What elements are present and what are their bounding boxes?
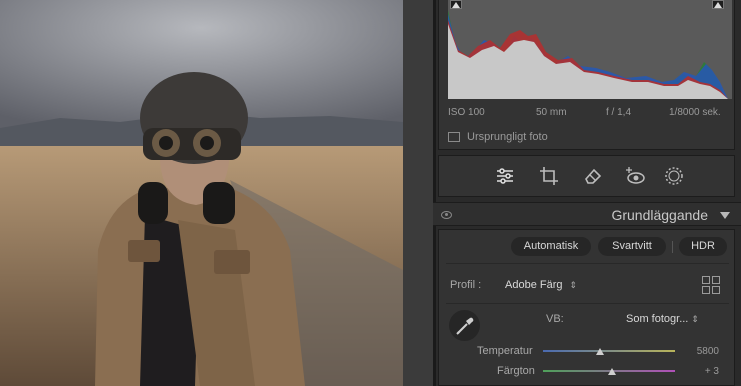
black-white-button[interactable]: Svartvitt	[598, 237, 666, 256]
profile-browser-grid-icon[interactable]	[702, 276, 720, 294]
histogram-panel: ISO 100 50 mm f / 1,4 1/8000 sek. Urspru…	[438, 0, 735, 150]
crop-icon[interactable]	[538, 165, 560, 187]
iso-readout: ISO 100	[448, 107, 485, 118]
mask-icon[interactable]	[663, 165, 685, 187]
tint-value[interactable]: + 3	[679, 366, 719, 377]
original-photo-checkbox[interactable]	[448, 132, 460, 142]
temperature-value[interactable]: 5800	[679, 346, 719, 357]
auto-button[interactable]: Automatisk	[511, 237, 591, 256]
tint-slider-thumb[interactable]	[607, 368, 616, 375]
visibility-eye-icon[interactable]	[441, 211, 452, 219]
basic-panel: Automatisk Svartvitt HDR Profil : Adobe …	[438, 229, 735, 386]
original-photo-label: Ursprungligt foto	[467, 131, 548, 143]
basic-section-header[interactable]: Grundläggande	[433, 202, 741, 226]
temperature-label: Temperatur	[477, 345, 533, 357]
updown-arrow-icon: ⇕	[569, 280, 578, 290]
profile-label: Profil :	[450, 279, 482, 291]
profile-value: Adobe Färg	[505, 279, 563, 291]
filmstrip-gap	[403, 0, 433, 386]
original-photo-toggle[interactable]: Ursprungligt foto	[448, 131, 548, 143]
wb-select[interactable]: Som fotogr... ⇕	[626, 313, 699, 325]
shadow-clipping-toggle[interactable]	[450, 0, 462, 9]
wb-picker-button[interactable]	[449, 310, 480, 341]
photo-preview	[0, 0, 403, 386]
updown-arrow-icon: ⇕	[691, 314, 699, 324]
sliders-icon[interactable]	[494, 165, 516, 187]
eraser-icon[interactable]	[582, 165, 604, 187]
collapse-triangle-icon[interactable]	[720, 212, 730, 219]
section-title: Grundläggande	[611, 207, 708, 223]
wb-value: Som fotogr...	[626, 313, 692, 325]
profile-select[interactable]: Adobe Färg ⇕	[505, 279, 577, 291]
divider	[446, 263, 729, 264]
histogram-graph	[448, 0, 732, 99]
eyedropper-icon	[456, 317, 474, 335]
tool-strip	[438, 155, 735, 197]
highlight-clipping-toggle[interactable]	[712, 0, 724, 9]
temperature-slider-track[interactable]	[543, 350, 675, 352]
aperture-readout: f / 1,4	[606, 107, 632, 118]
tint-label: Färgton	[497, 365, 535, 377]
shutter-readout: 1/8000 sek.	[669, 107, 721, 118]
divider	[446, 303, 729, 304]
panel-edge	[433, 0, 436, 386]
hdr-button[interactable]: HDR	[679, 237, 727, 256]
focal-length-readout: 50 mm	[536, 107, 567, 118]
button-separator	[672, 241, 673, 253]
wb-label: VB:	[546, 313, 564, 325]
redeye-icon[interactable]	[624, 165, 646, 187]
temperature-slider-thumb[interactable]	[595, 348, 604, 355]
